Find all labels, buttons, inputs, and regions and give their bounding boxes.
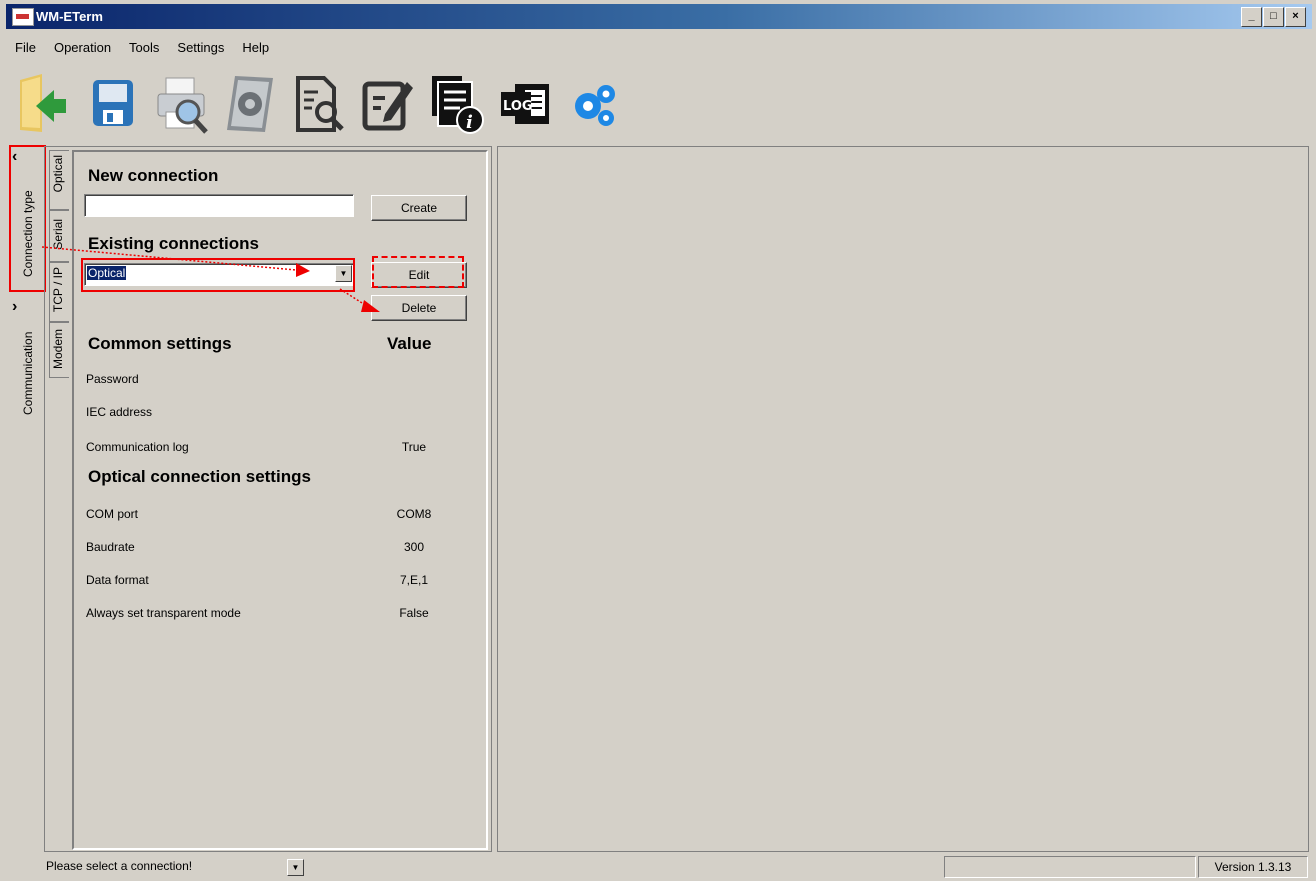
- document-info-icon[interactable]: i: [428, 68, 486, 138]
- tab-tcp-ip-label: TCP / IP: [51, 267, 65, 313]
- edit-document-icon[interactable]: [359, 68, 417, 138]
- setting-value-com-port[interactable]: COM8: [374, 507, 454, 521]
- gears-icon[interactable]: [566, 68, 624, 138]
- highlight-existing-connection: [81, 258, 355, 292]
- chevron-right-icon[interactable]: ›: [12, 298, 17, 316]
- document-search-icon[interactable]: [290, 68, 348, 138]
- optical-settings-heading: Optical connection settings: [88, 467, 311, 486]
- app-icon: [12, 8, 34, 26]
- setting-label-baudrate: Baudrate: [86, 540, 135, 554]
- tab-communication[interactable]: Communication: [19, 318, 45, 428]
- menu-settings[interactable]: Settings: [168, 38, 233, 58]
- setting-value-communication-log[interactable]: True: [374, 440, 454, 454]
- menu-file[interactable]: File: [6, 38, 45, 58]
- highlight-edit-button: [372, 256, 464, 288]
- tab-communication-label: Communication: [21, 331, 35, 415]
- setting-label-data-format: Data format: [86, 573, 149, 587]
- log-label: LOG: [503, 99, 533, 114]
- status-message-text: Please select a connection!: [46, 859, 193, 873]
- value-heading: Value: [387, 334, 432, 353]
- new-connection-input[interactable]: [84, 194, 354, 217]
- menu-bar: File Operation Tools Settings Help: [6, 38, 278, 58]
- save-icon[interactable]: [83, 68, 141, 138]
- status-bar: Please select a connection! ▼ Version 1.…: [8, 854, 1308, 879]
- tab-serial-label: Serial: [51, 219, 65, 250]
- setting-value-data-format[interactable]: 7,E,1: [374, 573, 454, 587]
- window-title: WM-ETerm: [36, 9, 103, 24]
- log-icon[interactable]: LOG: [497, 68, 555, 138]
- title-bar: WM-ETerm _ □ ×: [6, 4, 1312, 29]
- workspace-pane: [497, 146, 1309, 852]
- svg-text:i: i: [466, 112, 473, 133]
- common-settings-heading: Common settings: [88, 334, 232, 353]
- tab-optical-label: Optical: [51, 155, 65, 193]
- window-controls: _ □ ×: [1241, 7, 1306, 27]
- delete-button[interactable]: Delete: [371, 295, 467, 321]
- menu-help[interactable]: Help: [233, 38, 278, 58]
- minimize-button[interactable]: _: [1241, 7, 1262, 27]
- tab-modem[interactable]: Modem: [49, 322, 69, 378]
- status-dropdown-icon[interactable]: ▼: [287, 859, 304, 876]
- setting-label-iec-address: IEC address: [86, 405, 153, 419]
- status-progress: [944, 856, 1196, 878]
- setting-value-baudrate[interactable]: 300: [374, 540, 454, 554]
- close-button[interactable]: ×: [1285, 7, 1306, 27]
- setting-label-transparent-mode: Always set transparent mode: [86, 606, 241, 620]
- meter-settings-icon[interactable]: [221, 68, 279, 138]
- toolbar: i LOG: [14, 66, 635, 140]
- setting-label-communication-log: Communication log: [86, 440, 189, 454]
- menu-operation[interactable]: Operation: [45, 38, 120, 58]
- highlight-connection-type: [9, 145, 46, 292]
- setting-value-transparent-mode[interactable]: False: [374, 606, 454, 620]
- setting-label-com-port: COM port: [86, 507, 139, 521]
- connection-type-tabs: Optical Serial TCP / IP Modem: [46, 148, 70, 448]
- setting-label-password: Password: [86, 372, 139, 386]
- existing-connections-heading: Existing connections: [88, 234, 259, 253]
- open-folder-icon[interactable]: [14, 68, 72, 138]
- print-preview-icon[interactable]: [152, 68, 210, 138]
- tab-modem-label: Modem: [51, 329, 65, 370]
- tab-optical[interactable]: Optical: [49, 150, 69, 210]
- tab-serial[interactable]: Serial: [49, 210, 69, 262]
- status-message: Please select a connection!: [40, 856, 306, 876]
- menu-tools[interactable]: Tools: [120, 38, 168, 58]
- version-label: Version 1.3.13: [1198, 856, 1308, 878]
- new-connection-heading: New connection: [88, 166, 219, 185]
- tab-tcp-ip[interactable]: TCP / IP: [49, 262, 69, 322]
- create-button[interactable]: Create: [371, 195, 467, 221]
- connection-settings-area: New connection Create Existing connectio…: [72, 150, 488, 850]
- maximize-button[interactable]: □: [1263, 7, 1284, 27]
